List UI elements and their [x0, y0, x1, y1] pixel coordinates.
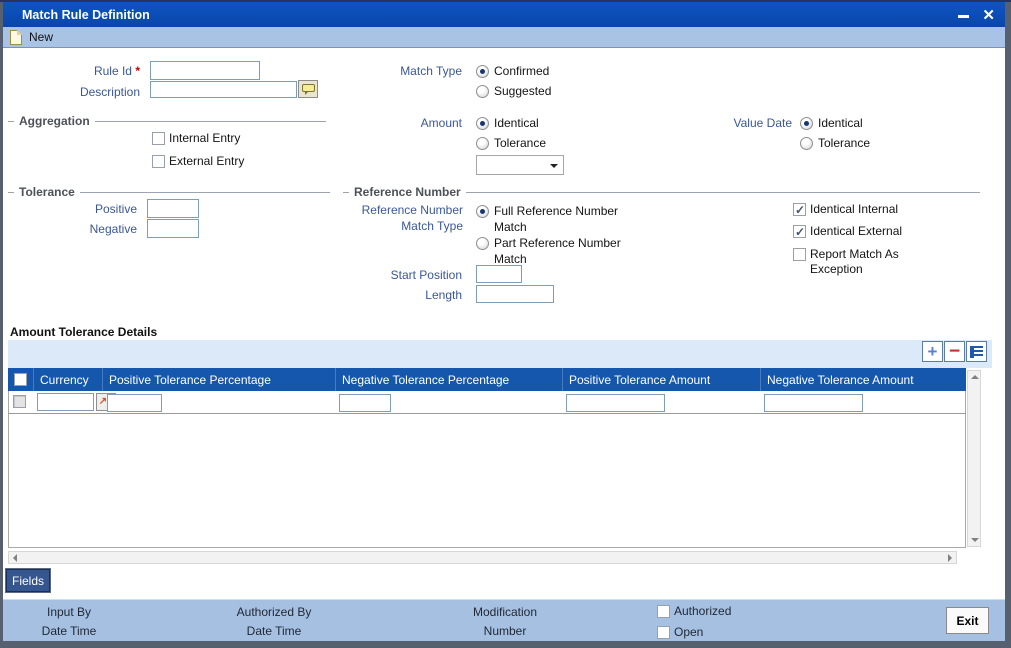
column-header-negative-tolerance-percentage: Negative Tolerance Percentage [336, 368, 563, 391]
match-type-label: Match Type [400, 64, 462, 78]
minimize-icon[interactable] [958, 15, 969, 18]
close-icon[interactable]: ✕ [982, 6, 995, 24]
identical-external-label: Identical External [810, 224, 903, 238]
internal-entry-checkbox[interactable] [152, 132, 165, 145]
column-header-currency: Currency [34, 368, 103, 391]
value-date-tolerance-label: Tolerance [818, 136, 871, 150]
table-header-row: Currency Positive Tolerance Percentage N… [8, 368, 966, 391]
window-title: Match Rule Definition [22, 7, 150, 22]
identical-internal-checkbox[interactable] [793, 203, 806, 217]
start-position-label: Start Position [390, 268, 462, 282]
match-type-confirmed-radio[interactable] [476, 65, 489, 78]
title-bar: Match Rule Definition ✕ [3, 2, 1005, 27]
authorized-checkbox[interactable] [657, 605, 670, 618]
amount-identical-radio[interactable] [476, 117, 489, 130]
open-checkbox[interactable] [657, 626, 670, 639]
rule-id-label: Rule Id * [93, 64, 140, 78]
fields-button[interactable]: Fields [5, 568, 51, 593]
part-reference-match-radio[interactable] [476, 237, 489, 250]
column-header-positive-tolerance-amount: Positive Tolerance Amount [563, 368, 761, 391]
reference-number-section-header: Reference Number [343, 185, 980, 199]
amount-tolerance-details-title: Amount Tolerance Details [10, 325, 158, 339]
amount-tolerance-dropdown[interactable] [476, 155, 564, 175]
match-type-suggested-radio[interactable] [476, 85, 489, 98]
value-date-label: Value Date [733, 116, 792, 130]
scroll-up-icon[interactable] [971, 375, 979, 379]
length-input[interactable] [476, 285, 554, 303]
row-details-button[interactable] [966, 341, 987, 362]
table-body [8, 391, 966, 548]
negative-tolerance-amount-input[interactable] [764, 394, 863, 412]
positive-input[interactable] [147, 199, 199, 218]
action-toolbar: New [3, 27, 1005, 48]
part-reference-match-label: Part Reference Number Match [494, 236, 621, 266]
full-reference-match-radio[interactable] [476, 205, 489, 218]
match-type-suggested-label: Suggested [494, 84, 552, 98]
footer-bar: Input By Date Time Authorized By Date Ti… [3, 599, 1005, 641]
amount-tolerance-radio[interactable] [476, 137, 489, 150]
authorized-by-block: Authorized By Date Time [218, 603, 330, 641]
column-header-negative-tolerance-amount: Negative Tolerance Amount [767, 372, 914, 387]
remove-row-button[interactable]: − [944, 341, 965, 362]
add-row-button[interactable]: + [922, 341, 943, 362]
speech-bubble-icon [302, 84, 315, 95]
external-entry-label: External Entry [169, 154, 245, 168]
negative-tolerance-percentage-input[interactable] [339, 394, 391, 412]
external-entry-checkbox[interactable] [152, 155, 165, 168]
description-label: Description [79, 85, 140, 99]
open-label: Open [674, 625, 704, 639]
table-toolbar: + − [8, 340, 992, 368]
tolerance-section-header: Tolerance [8, 185, 330, 199]
description-editor-button[interactable] [298, 80, 318, 98]
row-select-checkbox[interactable] [13, 395, 26, 408]
identical-internal-label: Identical Internal [810, 202, 899, 216]
chevron-down-icon [550, 164, 558, 172]
positive-tolerance-amount-input[interactable] [566, 394, 665, 412]
match-type-confirmed-label: Confirmed [494, 64, 550, 78]
authorized-by-label: Authorized By [236, 605, 312, 619]
positive-label: Positive [94, 202, 137, 216]
value-date-identical-radio[interactable] [800, 117, 813, 130]
start-position-input[interactable] [476, 265, 522, 283]
table-vertical-scrollbar[interactable] [967, 370, 981, 547]
report-match-exception-checkbox[interactable] [793, 248, 806, 261]
exit-button[interactable]: Exit [946, 607, 989, 634]
amount-identical-label: Identical [494, 116, 539, 130]
authorized-label: Authorized [674, 604, 732, 618]
rule-id-input[interactable] [150, 61, 260, 80]
new-button[interactable]: New [29, 30, 53, 44]
value-date-tolerance-radio[interactable] [800, 137, 813, 150]
select-all-checkbox[interactable] [14, 373, 27, 386]
reference-number-match-type-label: Reference Number Match Type [361, 203, 463, 233]
modification-number-label: Modification Number [472, 605, 538, 638]
positive-tolerance-percentage-input[interactable] [107, 394, 162, 412]
scroll-left-icon[interactable] [13, 554, 17, 562]
required-marker: * [135, 64, 140, 78]
aggregation-section-header: Aggregation [8, 114, 326, 128]
full-reference-match-label: Full Reference Number Match [494, 204, 619, 234]
table-horizontal-scrollbar[interactable] [8, 551, 957, 564]
authorized-date-time-label: Date Time [246, 624, 302, 638]
input-date-time-label: Date Time [41, 624, 97, 638]
lov-arrow-icon: ↗ [98, 396, 108, 407]
identical-external-checkbox[interactable] [793, 225, 806, 239]
details-list-icon [970, 345, 983, 358]
scroll-down-icon[interactable] [971, 538, 979, 542]
currency-input[interactable] [37, 393, 94, 411]
amount-label: Amount [420, 116, 462, 130]
input-by-block: Input By Date Time [19, 603, 119, 641]
amount-tolerance-label: Tolerance [494, 136, 547, 150]
input-by-label: Input By [46, 605, 92, 619]
report-match-exception-label: Report Match As Exception [810, 247, 899, 276]
negative-input[interactable] [147, 219, 199, 238]
column-header-positive-tolerance-percentage: Positive Tolerance Percentage [103, 368, 336, 391]
internal-entry-label: Internal Entry [169, 131, 241, 145]
match-rule-definition-window: Match Rule Definition ✕ New Rule Id * De… [0, 0, 1011, 648]
length-label: Length [425, 288, 462, 302]
scroll-right-icon[interactable] [948, 554, 952, 562]
negative-label: Negative [89, 222, 137, 236]
value-date-identical-label: Identical [818, 116, 863, 130]
description-input[interactable] [150, 81, 297, 98]
new-document-icon[interactable] [10, 29, 22, 45]
